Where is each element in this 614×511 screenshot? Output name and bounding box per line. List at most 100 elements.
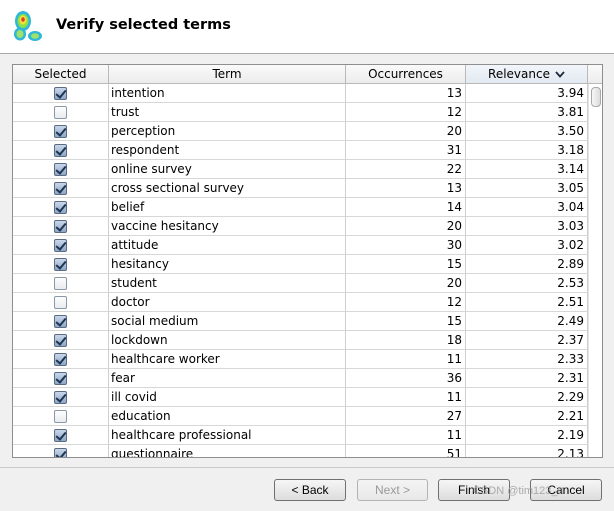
table-row[interactable]: respondent 31 3.18 (13, 141, 588, 160)
term-cell: respondent (109, 141, 346, 160)
relevance-cell: 2.29 (466, 388, 588, 407)
occurrences-cell: 20 (346, 122, 466, 141)
column-header-relevance-label: Relevance (488, 67, 550, 81)
row-checkbox[interactable] (54, 258, 67, 271)
selected-cell (13, 274, 109, 293)
relevance-cell: 3.14 (466, 160, 588, 179)
row-checkbox[interactable] (54, 410, 67, 423)
term-cell: attitude (109, 236, 346, 255)
table-row[interactable]: perception 20 3.50 (13, 122, 588, 141)
column-header-relevance[interactable]: Relevance (466, 65, 588, 84)
relevance-cell: 3.81 (466, 103, 588, 122)
table-row[interactable]: student 20 2.53 (13, 274, 588, 293)
occurrences-cell: 18 (346, 331, 466, 350)
table-row[interactable]: fear 36 2.31 (13, 369, 588, 388)
table-row[interactable]: social medium 15 2.49 (13, 312, 588, 331)
selected-cell (13, 103, 109, 122)
table-row[interactable]: attitude 30 3.02 (13, 236, 588, 255)
vertical-scrollbar[interactable] (588, 84, 602, 457)
row-checkbox[interactable] (54, 163, 67, 176)
table-row[interactable]: cross sectional survey 13 3.05 (13, 179, 588, 198)
button-bar-divider (0, 467, 614, 468)
term-cell: fear (109, 369, 346, 388)
selected-cell (13, 198, 109, 217)
table-header: Selected Term Occurrences Relevance (13, 65, 602, 84)
row-checkbox[interactable] (54, 87, 67, 100)
dialog-title: Verify selected terms (56, 17, 231, 33)
table-row[interactable]: doctor 12 2.51 (13, 293, 588, 312)
row-checkbox[interactable] (54, 201, 67, 214)
term-cell: vaccine hesitancy (109, 217, 346, 236)
row-checkbox[interactable] (54, 372, 67, 385)
occurrences-cell: 11 (346, 426, 466, 445)
relevance-cell: 3.04 (466, 198, 588, 217)
selected-cell (13, 122, 109, 141)
relevance-cell: 2.53 (466, 274, 588, 293)
occurrences-cell: 11 (346, 350, 466, 369)
selected-cell (13, 331, 109, 350)
table-row[interactable]: lockdown 18 2.37 (13, 331, 588, 350)
relevance-cell: 3.03 (466, 217, 588, 236)
term-cell: healthcare worker (109, 350, 346, 369)
row-checkbox[interactable] (54, 239, 67, 252)
table-row[interactable]: online survey 22 3.14 (13, 160, 588, 179)
relevance-cell: 2.13 (466, 445, 588, 457)
row-checkbox[interactable] (54, 182, 67, 195)
relevance-cell: 2.49 (466, 312, 588, 331)
row-checkbox[interactable] (54, 125, 67, 138)
occurrences-cell: 14 (346, 198, 466, 217)
occurrences-cell: 15 (346, 255, 466, 274)
table-row[interactable]: questionnaire 51 2.13 (13, 445, 588, 457)
row-checkbox[interactable] (54, 429, 67, 442)
relevance-cell: 2.31 (466, 369, 588, 388)
occurrences-cell: 13 (346, 84, 466, 103)
term-cell: ill covid (109, 388, 346, 407)
selected-cell (13, 426, 109, 445)
row-checkbox[interactable] (54, 144, 67, 157)
row-checkbox[interactable] (54, 220, 67, 233)
selected-cell (13, 236, 109, 255)
occurrences-cell: 22 (346, 160, 466, 179)
row-checkbox[interactable] (54, 296, 67, 309)
table-row[interactable]: trust 12 3.81 (13, 103, 588, 122)
selected-cell (13, 141, 109, 160)
table-row[interactable]: belief 14 3.04 (13, 198, 588, 217)
term-cell: doctor (109, 293, 346, 312)
occurrences-cell: 12 (346, 293, 466, 312)
dialog-header: Verify selected terms (0, 0, 614, 52)
next-button[interactable]: Next > (357, 479, 428, 501)
table-row[interactable]: hesitancy 15 2.89 (13, 255, 588, 274)
selected-cell (13, 179, 109, 198)
selected-cell (13, 160, 109, 179)
row-checkbox[interactable] (54, 106, 67, 119)
column-header-selected[interactable]: Selected (13, 65, 109, 84)
row-checkbox[interactable] (54, 448, 67, 457)
table-row[interactable]: education 27 2.21 (13, 407, 588, 426)
relevance-cell: 2.89 (466, 255, 588, 274)
relevance-cell: 3.02 (466, 236, 588, 255)
table-row[interactable]: intention 13 3.94 (13, 84, 588, 103)
table-row[interactable]: healthcare worker 11 2.33 (13, 350, 588, 369)
row-checkbox[interactable] (54, 391, 67, 404)
term-cell: education (109, 407, 346, 426)
relevance-cell: 3.18 (466, 141, 588, 160)
row-checkbox[interactable] (54, 277, 67, 290)
occurrences-cell: 20 (346, 217, 466, 236)
row-checkbox[interactable] (54, 353, 67, 366)
scrollbar-thumb[interactable] (591, 87, 601, 107)
back-button[interactable]: < Back (274, 479, 346, 501)
selected-cell (13, 255, 109, 274)
term-cell: healthcare professional (109, 426, 346, 445)
column-header-occurrences[interactable]: Occurrences (346, 65, 466, 84)
row-checkbox[interactable] (54, 334, 67, 347)
sort-descending-icon (555, 71, 565, 78)
occurrences-cell: 15 (346, 312, 466, 331)
table-row[interactable]: healthcare professional 11 2.19 (13, 426, 588, 445)
occurrences-cell: 51 (346, 445, 466, 457)
relevance-cell: 3.50 (466, 122, 588, 141)
table-row[interactable]: vaccine hesitancy 20 3.03 (13, 217, 588, 236)
column-header-term[interactable]: Term (109, 65, 346, 84)
row-checkbox[interactable] (54, 315, 67, 328)
table-row[interactable]: ill covid 11 2.29 (13, 388, 588, 407)
term-cell: student (109, 274, 346, 293)
